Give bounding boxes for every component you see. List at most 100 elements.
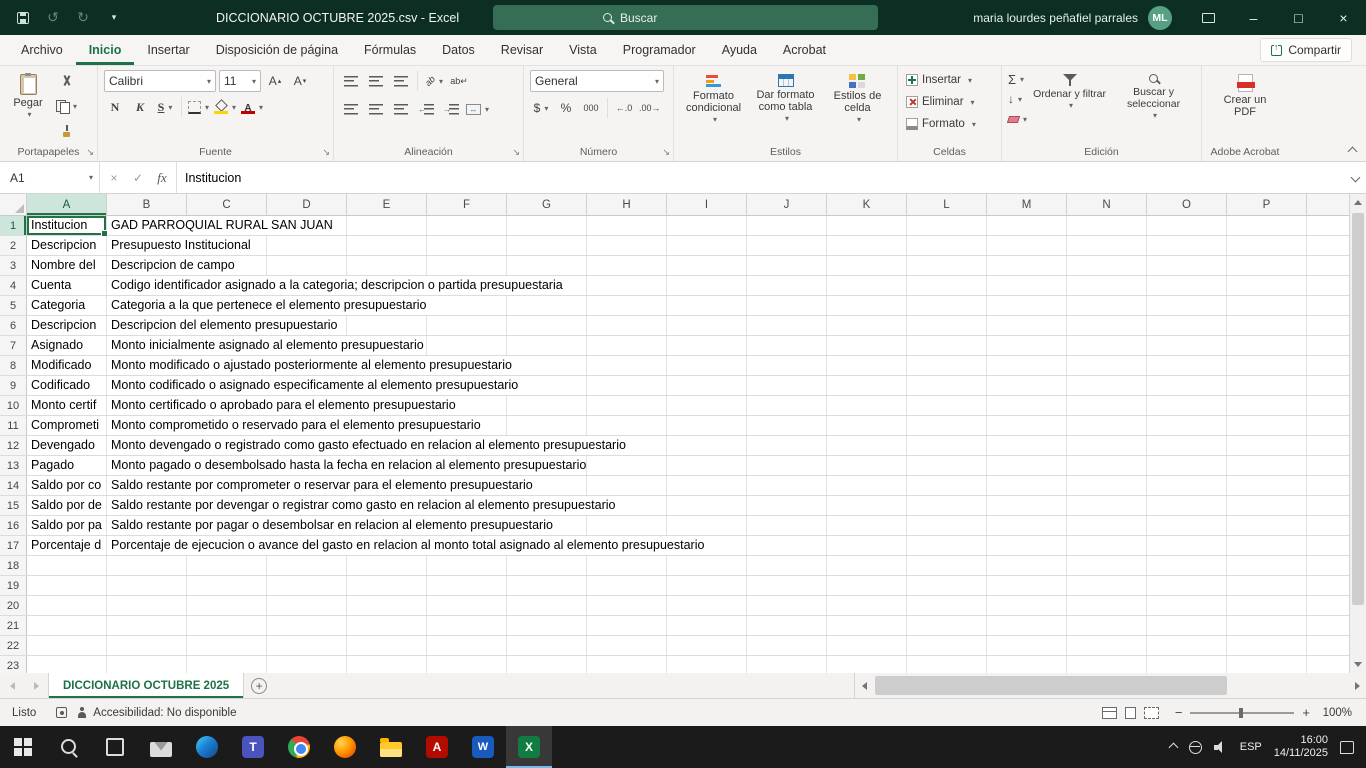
cell-H1[interactable] — [587, 216, 667, 235]
cell-M22[interactable] — [987, 636, 1067, 655]
column-header-O[interactable]: O — [1147, 194, 1227, 215]
taskbar-firefox-button[interactable] — [322, 726, 368, 768]
cell-A18[interactable] — [27, 556, 107, 575]
cell-A2[interactable]: Descripcion — [27, 236, 107, 255]
cell-I16[interactable] — [667, 516, 747, 535]
cell-L18[interactable] — [907, 556, 987, 575]
cell-M5[interactable] — [987, 296, 1067, 315]
row-header-7[interactable]: 7 — [0, 336, 27, 355]
cell-A5[interactable]: Categoria — [27, 296, 107, 315]
decrease-decimal-button[interactable]: .00→ — [638, 97, 662, 119]
cell-I23[interactable] — [667, 656, 747, 673]
align-bottom-button[interactable] — [390, 70, 412, 92]
cell-N6[interactable] — [1067, 316, 1147, 335]
cell-F21[interactable] — [427, 616, 507, 635]
row-header-17[interactable]: 17 — [0, 536, 27, 555]
undo-icon[interactable]: ↺ — [40, 5, 66, 31]
cell-M3[interactable] — [987, 256, 1067, 275]
cell-C22[interactable] — [187, 636, 267, 655]
cell-K13[interactable] — [827, 456, 907, 475]
cell-D22[interactable] — [267, 636, 347, 655]
cell-G22[interactable] — [507, 636, 587, 655]
cell-G3[interactable] — [507, 256, 587, 275]
align-middle-button[interactable] — [365, 70, 387, 92]
taskbar-mail-button[interactable] — [138, 726, 184, 768]
cell-B23[interactable] — [107, 656, 187, 673]
cell-A7[interactable]: Asignado — [27, 336, 107, 355]
find-select-button[interactable]: Buscar y seleccionar — [1112, 70, 1195, 142]
scroll-left-icon[interactable] — [855, 673, 873, 698]
wrap-text-button[interactable] — [448, 70, 470, 92]
cell-K7[interactable] — [827, 336, 907, 355]
align-right-button[interactable] — [390, 98, 412, 120]
cell-M12[interactable] — [987, 436, 1067, 455]
row-header-18[interactable]: 18 — [0, 556, 27, 575]
avatar[interactable]: ML — [1148, 6, 1172, 30]
cell-H23[interactable] — [587, 656, 667, 673]
create-pdf-button[interactable]: Crear un PDF — [1213, 70, 1277, 142]
scroll-right-icon[interactable] — [1348, 673, 1366, 698]
volume-icon[interactable] — [1214, 741, 1228, 753]
cell-H10[interactable] — [587, 396, 667, 415]
cell-M14[interactable] — [987, 476, 1067, 495]
cell-F22[interactable] — [427, 636, 507, 655]
cell-N22[interactable] — [1067, 636, 1147, 655]
cell-K12[interactable] — [827, 436, 907, 455]
cell-P11[interactable] — [1227, 416, 1307, 435]
customize-quick-access-icon[interactable] — [100, 5, 126, 31]
cell-A21[interactable] — [27, 616, 107, 635]
horizontal-scrollbar[interactable] — [854, 673, 1366, 698]
cell-I1[interactable] — [667, 216, 747, 235]
cell-H9[interactable] — [587, 376, 667, 395]
cell-N7[interactable] — [1067, 336, 1147, 355]
cell-O17[interactable] — [1147, 536, 1227, 555]
decrease-indent-button[interactable] — [415, 98, 437, 120]
font-size-select[interactable]: 11 — [219, 70, 261, 92]
cell-H6[interactable] — [587, 316, 667, 335]
clock[interactable]: 16:00 14/11/2025 — [1274, 734, 1328, 761]
tab-ayuda[interactable]: Ayuda — [709, 35, 770, 65]
tab-inicio[interactable]: Inicio — [76, 35, 135, 65]
cell-P13[interactable] — [1227, 456, 1307, 475]
cell-H5[interactable] — [587, 296, 667, 315]
cell-P6[interactable] — [1227, 316, 1307, 335]
cell-N21[interactable] — [1067, 616, 1147, 635]
cell-K3[interactable] — [827, 256, 907, 275]
cell-D21[interactable] — [267, 616, 347, 635]
tab-fórmulas[interactable]: Fórmulas — [351, 35, 429, 65]
cell-G2[interactable] — [507, 236, 587, 255]
cell-A10[interactable]: Monto certif — [27, 396, 107, 415]
cell-M23[interactable] — [987, 656, 1067, 673]
insert-cells-button[interactable]: Insertar — [904, 70, 995, 90]
orientation-button[interactable] — [423, 70, 445, 92]
cell-K4[interactable] — [827, 276, 907, 295]
increase-font-button[interactable]: A▴ — [264, 70, 286, 92]
cell-K2[interactable] — [827, 236, 907, 255]
cell-O2[interactable] — [1147, 236, 1227, 255]
cell-J8[interactable] — [747, 356, 827, 375]
currency-format-button[interactable]: $ — [530, 97, 552, 119]
fill-button[interactable]: ↓ — [1008, 90, 1027, 108]
zoom-out-icon[interactable]: − — [1167, 705, 1191, 720]
cell-L19[interactable] — [907, 576, 987, 595]
language-indicator[interactable]: ESP — [1240, 741, 1262, 753]
cell-L17[interactable] — [907, 536, 987, 555]
cell-F18[interactable] — [427, 556, 507, 575]
ribbon-display-options-icon[interactable] — [1186, 0, 1231, 35]
alignment-dialog-launcher-icon[interactable]: ↘ — [512, 147, 520, 158]
cell-G23[interactable] — [507, 656, 587, 673]
cell-P21[interactable] — [1227, 616, 1307, 635]
cell-O10[interactable] — [1147, 396, 1227, 415]
vertical-scroll-track[interactable] — [1350, 211, 1366, 656]
cell-O18[interactable] — [1147, 556, 1227, 575]
user-name[interactable]: maria lourdes peñafiel parrales — [973, 11, 1138, 25]
cell-F19[interactable] — [427, 576, 507, 595]
cell-N14[interactable] — [1067, 476, 1147, 495]
row-header-14[interactable]: 14 — [0, 476, 27, 495]
cell-P14[interactable] — [1227, 476, 1307, 495]
cell-K23[interactable] — [827, 656, 907, 673]
cell-O15[interactable] — [1147, 496, 1227, 515]
cell-M13[interactable] — [987, 456, 1067, 475]
cell-P9[interactable] — [1227, 376, 1307, 395]
cell-I4[interactable] — [667, 276, 747, 295]
